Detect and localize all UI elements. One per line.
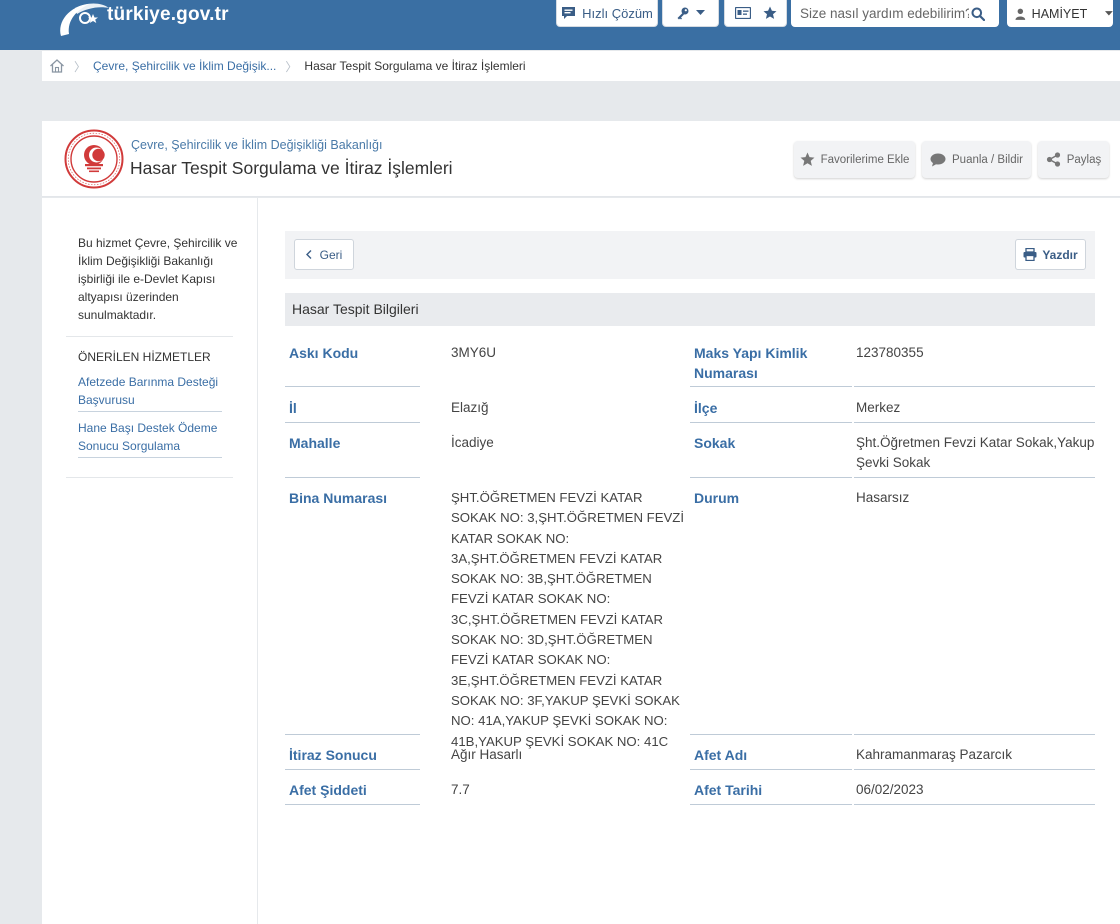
logo-text: türkiye.gov.tr bbox=[107, 4, 229, 25]
password-menu-button[interactable] bbox=[662, 0, 719, 27]
field-label-maks-yapi: Maks Yapı Kimlik Numarası bbox=[694, 345, 808, 381]
field-value-aski-kodu: 3MY6U bbox=[451, 345, 497, 360]
search-box bbox=[791, 0, 999, 27]
field-value-afet-adi: Kahramanmaraş Pazarcık bbox=[856, 747, 1013, 762]
star-icon[interactable] bbox=[763, 6, 777, 20]
row-divider bbox=[690, 422, 852, 423]
field-label-sokak: Sokak bbox=[694, 435, 736, 451]
row-divider bbox=[854, 477, 1095, 478]
row-divider bbox=[690, 477, 852, 478]
field-label-afet-tarihi: Afet Tarihi bbox=[694, 782, 763, 798]
field-value-afet-siddeti: 7.7 bbox=[451, 782, 470, 797]
field-label-il: İl bbox=[289, 400, 297, 416]
row-divider bbox=[285, 477, 420, 478]
field-label-afet-siddeti: Afet Şiddeti bbox=[289, 782, 367, 798]
chevron-down-icon bbox=[1105, 11, 1113, 16]
row-divider bbox=[854, 734, 1095, 735]
left-sidebar: Bu hizmet Çevre, Şehircilik ve İklim Değ… bbox=[42, 198, 257, 924]
chat-bubble-icon bbox=[930, 153, 946, 166]
row-divider bbox=[285, 769, 420, 770]
service-header: Çevre, Şehircilik ve İklim Değişikliği B… bbox=[42, 121, 1120, 197]
home-icon[interactable] bbox=[49, 58, 65, 74]
divider bbox=[66, 336, 233, 337]
row-divider bbox=[690, 804, 852, 805]
chevron-left-icon bbox=[305, 250, 312, 259]
field-label-itiraz-sonucu: İtiraz Sonucu bbox=[289, 747, 377, 763]
service-description: Bu hizmet Çevre, Şehircilik ve İklim Değ… bbox=[78, 236, 238, 322]
page-title: Hasar Tespit Sorgulama ve İtiraz İşlemle… bbox=[130, 158, 453, 178]
star-icon bbox=[800, 152, 815, 166]
row-divider bbox=[285, 734, 420, 735]
breadcrumb-current: Hasar Tespit Sorgulama ve İtiraz İşlemle… bbox=[304, 59, 526, 73]
row-divider bbox=[285, 386, 420, 387]
recommended-service-household-payment[interactable]: Hane Başı Destek Ödeme Sonucu Sorgulama bbox=[78, 419, 222, 458]
logo-swoosh-icon bbox=[60, 3, 109, 36]
share-icon bbox=[1046, 152, 1060, 167]
field-value-bina-numarasi: ŞHT.ÖĞRETMEN FEVZİ KATAR SOKAK NO: 3,ŞHT… bbox=[451, 490, 685, 749]
user-icon bbox=[1015, 8, 1026, 20]
main-content: Geri Yazdır Hasar Tespit Bilgileri Askı … bbox=[258, 198, 1120, 924]
field-value-ilce: Merkez bbox=[856, 400, 901, 415]
share-label: Paylaş bbox=[1066, 153, 1102, 166]
field-value-sokak: Şht.Öğretmen Fevzi Katar Sokak,Yakup Şev… bbox=[856, 435, 1095, 471]
print-label: Yazdır bbox=[1042, 247, 1078, 262]
chat-icon bbox=[562, 7, 576, 19]
field-value-mahalle: İcadiye bbox=[451, 435, 494, 450]
id-favorites-group bbox=[724, 0, 787, 27]
row-divider bbox=[854, 769, 1095, 770]
breadcrumb-link-ministry[interactable]: Çevre, Şehircilik ve İklim Değişik... bbox=[93, 59, 276, 73]
share-button[interactable]: Paylaş bbox=[1038, 141, 1109, 178]
field-label-ilce: İlçe bbox=[694, 400, 718, 416]
user-name: HAMİYET bbox=[1031, 6, 1088, 21]
field-label-afet-adi: Afet Adı bbox=[694, 747, 748, 763]
id-card-icon[interactable] bbox=[734, 7, 751, 19]
seal-icon bbox=[64, 129, 124, 189]
organization-name[interactable]: Çevre, Şehircilik ve İklim Değişikliği B… bbox=[131, 138, 382, 152]
field-label-bina-numarasi: Bina Numarası bbox=[289, 490, 388, 506]
turkiye-gov-logo[interactable]: türkiye.gov.tr bbox=[55, 0, 229, 40]
field-value-il: Elazığ bbox=[451, 400, 489, 415]
row-divider bbox=[690, 386, 852, 387]
add-favorites-button[interactable]: Favorilerime Ekle bbox=[794, 141, 915, 178]
breadcrumb: 〉 Çevre, Şehircilik ve İklim Değişik... … bbox=[42, 51, 1120, 81]
search-icon[interactable] bbox=[971, 7, 985, 21]
quick-solution-label: Hızlı Çözüm bbox=[582, 5, 653, 21]
divider bbox=[66, 477, 233, 478]
row-divider bbox=[690, 734, 852, 735]
row-divider bbox=[854, 386, 1095, 387]
rate-report-label: Puanla / Bildir bbox=[952, 153, 1023, 166]
chevron-down-icon bbox=[696, 10, 705, 15]
user-menu-button[interactable]: HAMİYET bbox=[1007, 0, 1113, 27]
print-icon bbox=[1023, 248, 1037, 261]
row-divider bbox=[285, 422, 420, 423]
row-divider bbox=[854, 422, 1095, 423]
quick-solution-button[interactable]: Hızlı Çözüm bbox=[556, 0, 658, 27]
field-value-itiraz-sonucu: Ağır Hasarlı bbox=[451, 747, 523, 762]
section-title: Hasar Tespit Bilgileri bbox=[285, 293, 1095, 326]
field-label-mahalle: Mahalle bbox=[289, 435, 341, 451]
row-divider bbox=[285, 804, 420, 805]
field-label-durum: Durum bbox=[694, 490, 740, 506]
add-favorites-label: Favorilerime Ekle bbox=[820, 153, 910, 166]
row-divider bbox=[854, 804, 1095, 805]
breadcrumb-separator: 〉 bbox=[285, 59, 298, 74]
action-toolbar: Geri Yazdır bbox=[285, 231, 1095, 279]
rate-report-button[interactable]: Puanla / Bildir bbox=[922, 141, 1031, 178]
field-value-maks-yapi: 123780355 bbox=[856, 345, 924, 360]
field-label-aski-kodu: Askı Kodu bbox=[289, 345, 359, 361]
field-value-afet-tarihi: 06/02/2023 bbox=[856, 782, 924, 797]
breadcrumb-separator: 〉 bbox=[74, 59, 87, 74]
recommended-services-heading: ÖNERİLEN HİZMETLER bbox=[78, 350, 211, 364]
key-icon bbox=[677, 7, 689, 20]
back-button[interactable]: Geri bbox=[294, 239, 354, 270]
print-button[interactable]: Yazdır bbox=[1015, 239, 1086, 270]
recommended-service-shelter-support[interactable]: Afetzede Barınma Desteği Başvurusu bbox=[78, 373, 222, 412]
top-bar: türkiye.gov.tr Hızlı Çözüm Size nasıl ya… bbox=[0, 0, 1120, 50]
row-divider bbox=[690, 769, 852, 770]
search-input[interactable] bbox=[791, 1, 969, 26]
field-value-durum: Hasarsız bbox=[856, 490, 910, 505]
back-label: Geri bbox=[319, 247, 343, 262]
